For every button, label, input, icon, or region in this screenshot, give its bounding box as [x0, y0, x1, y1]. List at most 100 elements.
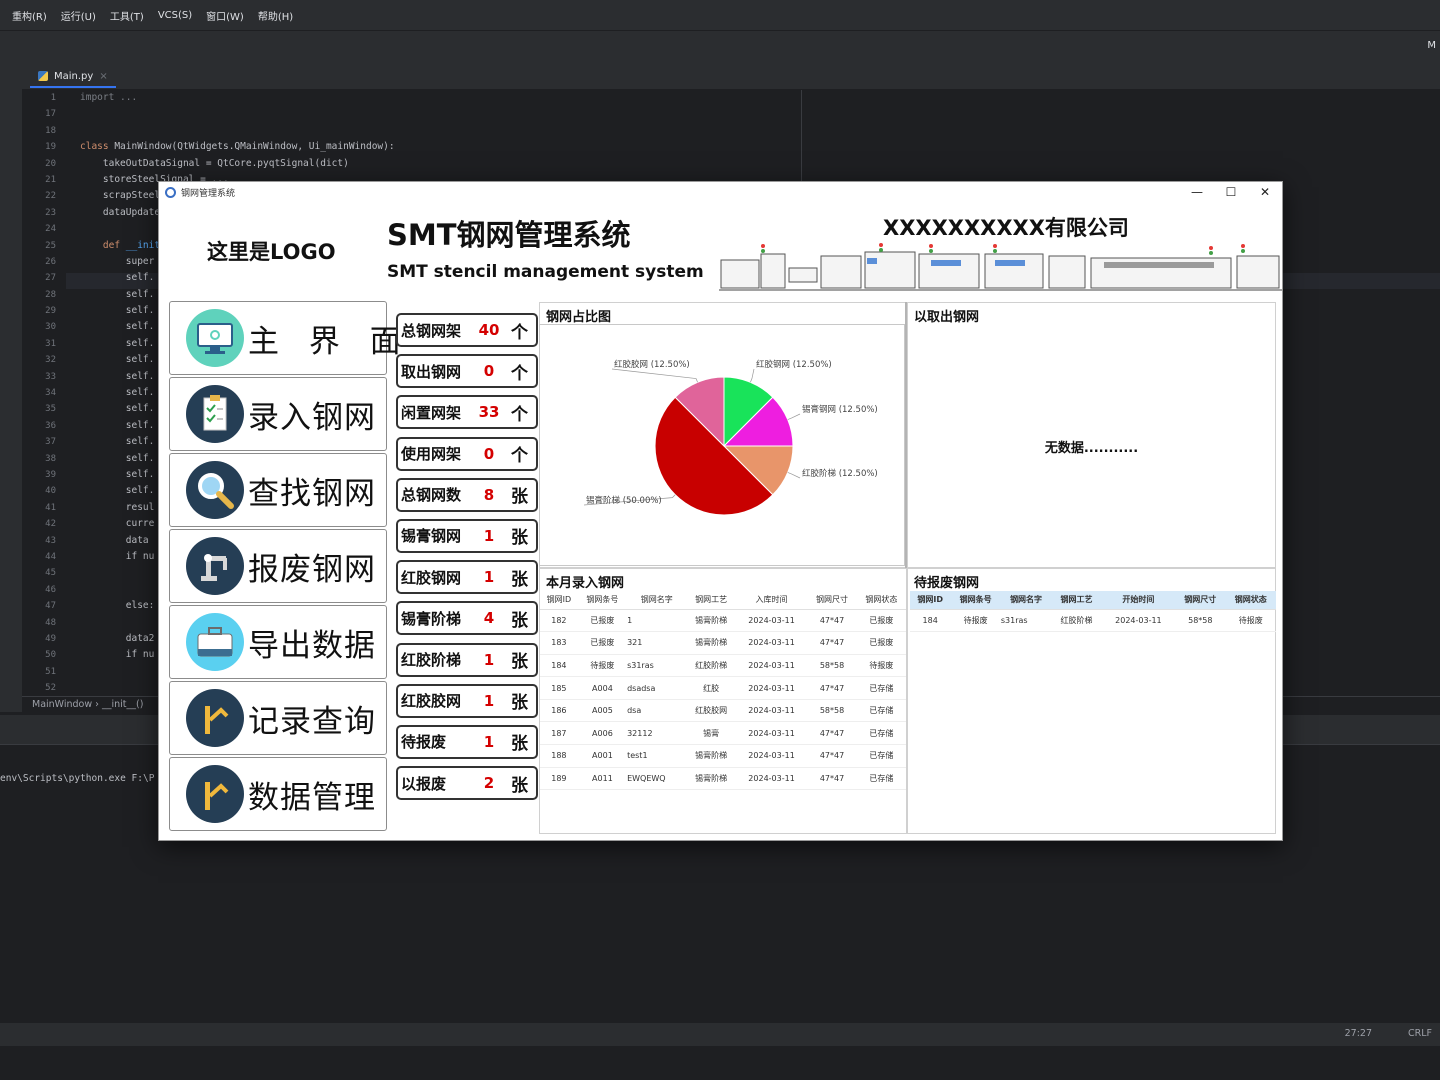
stat-label: 取出钢网 — [401, 362, 462, 381]
nav-scrap-stencil-button[interactable]: 报废钢网 — [169, 529, 387, 603]
close-button[interactable]: ✕ — [1250, 184, 1280, 200]
smt-production-line-illustration — [719, 243, 1282, 291]
monthly-entry-table[interactable]: 钢网ID 钢网条号 钢网名字 钢网工艺 入库时间 钢网尺寸 钢网状态 182 已报废 1 锡膏阶梯… — [540, 591, 906, 791]
table-cell: 184 — [540, 654, 578, 678]
table-cell: 待报废 — [950, 609, 1001, 633]
menu-help[interactable]: 帮助(H) — [258, 8, 293, 23]
minimize-button[interactable]: — — [1182, 184, 1212, 200]
pie-chart-area: 红胶钢网 (12.50%) 锡膏钢网 (12.50%) 红胶阶梯 (12.50%) 锡… — [539, 324, 905, 566]
ide-right-tab[interactable]: M — [1427, 40, 1436, 51]
line-number: 17 — [45, 109, 56, 120]
stat-label: 红胶阶梯 — [401, 651, 462, 669]
stat-box: 红胶胶网 1 张 — [396, 683, 538, 718]
table-cell: 待报废 — [1225, 609, 1276, 633]
tab-close-icon[interactable]: × — [99, 71, 107, 82]
column-header[interactable]: 钢网条号 — [950, 591, 1001, 610]
line-number: 35 — [45, 404, 56, 415]
pie-leader-line — [787, 472, 801, 479]
menu-window[interactable]: 窗口(W) — [206, 8, 244, 23]
stat-label: 总钢网架 — [401, 321, 462, 340]
stat-unit: 张 — [511, 487, 528, 508]
table-row[interactable]: 187 A006 32112 锡膏 2024-03-11 47*47 已存储 — [540, 721, 906, 746]
editor-tab-main-py[interactable]: Main.py × — [30, 66, 116, 88]
magnifier-icon — [186, 461, 244, 519]
table-row[interactable]: 189 A011 EWQEWQ 锡膏阶梯 2024-03-11 47*47 已存储 — [540, 767, 906, 791]
column-header[interactable]: 钢网条号 — [577, 591, 628, 610]
column-header[interactable]: 钢网名字 — [627, 591, 687, 610]
stencil-management-window: 钢网管理系统 — ☐ ✕ 这里是LOGO SMT钢网管理系统 SMT stenc… — [158, 181, 1283, 841]
table-cell: 185 — [540, 676, 578, 700]
console-line: env\Scripts\python.exe F:\P — [0, 773, 155, 784]
nav-search-stencil-button[interactable]: 查找钢网 — [169, 453, 387, 527]
python-file-icon — [38, 71, 48, 81]
nav-record-query-button[interactable]: 记录查询 — [169, 681, 387, 755]
column-header[interactable]: 开始时间 — [1101, 591, 1176, 610]
menu-tools[interactable]: 工具(T) — [110, 8, 144, 23]
maximize-button[interactable]: ☐ — [1216, 184, 1246, 200]
line-number: 50 — [45, 650, 56, 661]
no-data-message: 无数据........... — [1044, 441, 1139, 456]
column-header[interactable]: 钢网名字 — [1000, 591, 1052, 610]
nav-export-data-label: 导出数据 — [248, 627, 376, 664]
line-number: 47 — [45, 601, 56, 612]
cursor-position[interactable]: 27:27 — [1345, 1028, 1372, 1039]
column-header[interactable]: 钢网尺寸 — [1175, 591, 1226, 610]
pie-slice-label: 红胶阶梯 (12.50%) — [802, 468, 878, 479]
column-header[interactable]: 钢网工艺 — [1051, 591, 1102, 610]
stat-unit: 个 — [511, 322, 528, 343]
table-cell: 2024-03-11 — [735, 609, 808, 633]
menu-vcs[interactable]: VCS(S) — [158, 10, 192, 21]
table-row[interactable]: 186 A005 dsa 红胶胶网 2024-03-11 58*58 已存储 — [540, 699, 906, 723]
nav-home-button[interactable]: 主 界 面 — [169, 301, 401, 375]
column-header[interactable]: 钢网尺寸 — [807, 591, 857, 610]
line-number: 19 — [45, 142, 56, 153]
table-cell: 1 — [627, 609, 687, 633]
column-header[interactable]: 钢网状态 — [856, 591, 906, 610]
line-number: 31 — [45, 338, 56, 349]
column-header[interactable]: 钢网ID — [910, 591, 951, 610]
pending-scrap-table[interactable]: 钢网ID 钢网条号 钢网名字 钢网工艺 开始时间 钢网尺寸 钢网状态 184 待报废 s31ra… — [910, 591, 1276, 633]
line-number: 34 — [45, 388, 56, 399]
stat-unit: 张 — [511, 693, 528, 714]
table-row[interactable]: 183 已报废 321 锡膏阶梯 2024-03-11 47*47 已报废 — [540, 631, 906, 655]
window-titlebar[interactable]: 钢网管理系统 — ☐ ✕ — [159, 182, 1282, 202]
nav-export-data-button[interactable]: 导出数据 — [169, 605, 387, 679]
table-row[interactable]: 182 已报废 1 锡膏阶梯 2024-03-11 47*47 已报废 — [540, 609, 906, 633]
line-number: 45 — [45, 568, 56, 579]
nav-enter-stencil-button[interactable]: 录入钢网 — [169, 377, 387, 451]
nav-data-management-label: 数据管理 — [248, 779, 376, 816]
table-header-row: 钢网ID 钢网条号 钢网名字 钢网工艺 入库时间 钢网尺寸 钢网状态 — [540, 591, 906, 610]
stat-box: 闲置网架 33 个 — [396, 395, 538, 430]
table-row[interactable]: 185 A004 dsadsa 红胶 2024-03-11 47*47 已存储 — [540, 676, 906, 700]
table-row[interactable]: 184 待报废 s31ras 红胶阶梯 2024-03-11 58*58 待报废 — [910, 609, 1276, 633]
line-number: 20 — [45, 158, 56, 169]
desktop-bottom — [0, 1046, 1440, 1080]
table-cell: 47*47 — [807, 767, 857, 791]
nav-scrap-stencil-label: 报废钢网 — [248, 551, 376, 588]
table-row[interactable]: 184 待报废 s31ras 红胶阶梯 2024-03-11 58*58 待报废 — [540, 654, 906, 678]
stat-unit: 张 — [511, 652, 528, 672]
stat-label: 待报废 — [401, 733, 447, 752]
column-header[interactable]: 入库时间 — [735, 591, 808, 610]
column-header[interactable]: 钢网ID — [540, 591, 578, 610]
table-cell: 锡膏阶梯 — [686, 631, 736, 655]
code-line: takeOutDataSignal = QtCore.pyqtSignal(di… — [80, 157, 349, 169]
stat-label: 闲置网架 — [401, 403, 462, 422]
line-number: 32 — [45, 355, 56, 366]
column-header[interactable]: 钢网工艺 — [686, 591, 736, 610]
stat-box: 红胶钢网 1 张 — [396, 560, 538, 595]
line-number: 44 — [45, 551, 56, 562]
table-cell: 已存储 — [856, 767, 906, 791]
line-number: 27 — [45, 273, 56, 284]
table-row[interactable]: 188 A001 test1 锡膏阶梯 2024-03-11 47*47 已存储 — [540, 744, 906, 768]
stat-label: 锡膏钢网 — [401, 527, 462, 546]
table-cell: 已报废 — [577, 631, 628, 655]
pie-slice-label: 锡膏阶梯 (50.00%) — [586, 495, 662, 506]
line-ending[interactable]: CRLF — [1408, 1028, 1432, 1039]
system-title: SMT钢网管理系统 — [387, 218, 631, 252]
nav-data-management-button[interactable]: 数据管理 — [169, 757, 387, 831]
column-header[interactable]: 钢网状态 — [1225, 591, 1276, 610]
menu-run[interactable]: 运行(U) — [61, 8, 96, 23]
line-number: 21 — [45, 174, 56, 185]
menu-refactor[interactable]: 重构(R) — [12, 8, 47, 23]
